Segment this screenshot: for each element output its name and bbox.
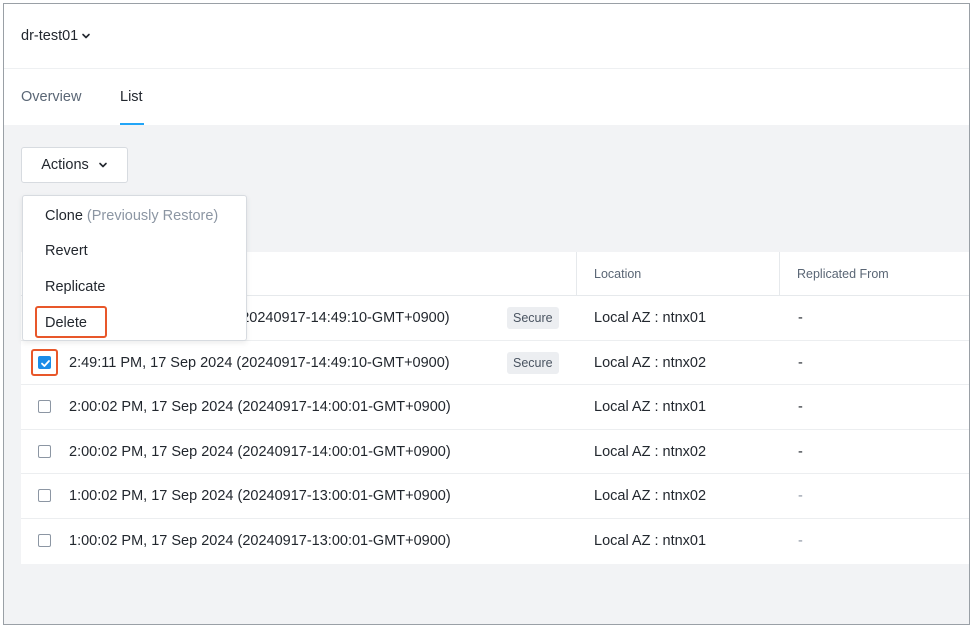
replicated-from-cell: - xyxy=(798,532,803,549)
location-cell: Local AZ : ntnx01 xyxy=(594,310,707,326)
replicated-from-cell: - xyxy=(798,488,803,505)
menu-item-revert[interactable]: Revert xyxy=(45,243,88,259)
entity-selector[interactable]: dr-test01 xyxy=(21,28,91,44)
chevron-down-icon xyxy=(82,33,91,39)
menu-item-clone-label: Clone xyxy=(45,208,83,224)
replicated-from-cell: - xyxy=(798,354,803,371)
column-divider xyxy=(779,252,780,296)
replicated-from-cell: - xyxy=(798,443,803,460)
column-header-location[interactable]: Location xyxy=(594,267,641,281)
location-cell: Local AZ : ntnx02 xyxy=(594,488,707,505)
menu-item-replicate[interactable]: Replicate xyxy=(45,279,105,295)
recovery-point-name[interactable]: 1:00:02 PM, 17 Sep 2024 (20240917-13:00:… xyxy=(69,533,451,549)
location-cell: Local AZ : ntnx02 xyxy=(594,443,707,460)
recovery-point-name[interactable]: 1:00:02 PM, 17 Sep 2024 (20240917-13:00:… xyxy=(69,488,451,504)
tab-overview[interactable]: Overview xyxy=(21,89,81,105)
checkbox-highlight xyxy=(31,348,58,376)
recovery-point-name[interactable]: 2:49:11 PM, 17 Sep 2024 (20240917-14:49:… xyxy=(69,355,450,371)
actions-button-label: Actions xyxy=(41,157,89,173)
table-row[interactable]: 1:00:02 PM, 17 Sep 2024 (20240917-13:00:… xyxy=(21,519,969,564)
row-checkbox[interactable] xyxy=(38,533,51,547)
table-row[interactable]: 1:00:02 PM, 17 Sep 2024 (20240917-13:00:… xyxy=(21,474,969,519)
recovery-point-name[interactable]: 2:00:02 PM, 17 Sep 2024 (20240917-14:00:… xyxy=(69,399,451,415)
table-row[interactable]: 2:49:11 PM, 17 Sep 2024 (20240917-14:49:… xyxy=(21,341,969,386)
top-bar: dr-test01 xyxy=(4,4,969,69)
secure-badge: Secure xyxy=(507,351,559,374)
tab-bar: Overview List xyxy=(4,69,969,125)
location-cell: Local AZ : ntnx01 xyxy=(594,399,707,416)
replicated-from-cell: - xyxy=(798,399,803,416)
recovery-point-name[interactable]: 2:00:02 PM, 17 Sep 2024 (20240917-14:00:… xyxy=(69,444,451,460)
row-checkbox[interactable] xyxy=(38,489,51,503)
location-cell: Local AZ : ntnx01 xyxy=(594,532,707,549)
entity-name: dr-test01 xyxy=(21,28,79,44)
actions-button[interactable]: Actions xyxy=(21,147,128,183)
app-frame: dr-test01 Overview List Actions Location… xyxy=(3,3,970,625)
secure-badge: Secure xyxy=(507,307,559,329)
table-row[interactable]: 2:00:02 PM, 17 Sep 2024 (20240917-14:00:… xyxy=(21,430,969,475)
location-cell: Local AZ : ntnx02 xyxy=(594,354,707,371)
actions-dropdown-menu: Clone (Previously Restore) Revert Replic… xyxy=(22,195,247,341)
row-checkbox[interactable] xyxy=(38,400,51,414)
column-divider xyxy=(576,252,577,296)
tab-list[interactable]: List xyxy=(120,89,143,105)
menu-item-clone-hint: (Previously Restore) xyxy=(86,208,219,224)
table-row[interactable]: 2:00:02 PM, 17 Sep 2024 (20240917-14:00:… xyxy=(21,385,969,430)
row-checkbox[interactable] xyxy=(38,444,51,458)
replicated-from-cell: - xyxy=(798,310,803,326)
delete-highlight xyxy=(35,306,107,338)
menu-item-clone[interactable]: Clone (Previously Restore) xyxy=(45,208,218,224)
column-header-replicated-from[interactable]: Replicated From xyxy=(797,267,889,281)
chevron-down-icon xyxy=(98,162,107,168)
